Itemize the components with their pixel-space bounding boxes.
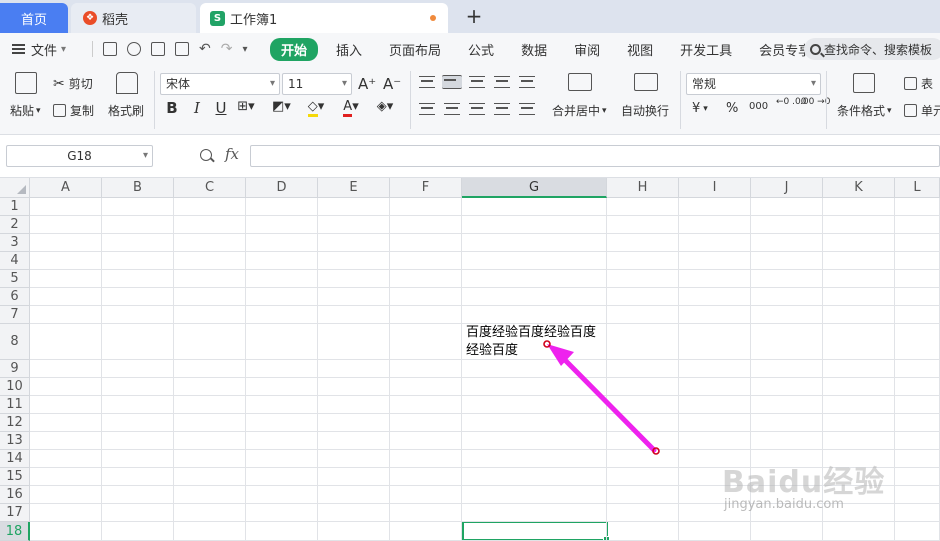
watermark-logo: Baidu经验 [722, 465, 886, 500]
annotation-arrow-shape [543, 340, 660, 455]
watermark-url: jingyan.baidu.com [724, 497, 844, 512]
